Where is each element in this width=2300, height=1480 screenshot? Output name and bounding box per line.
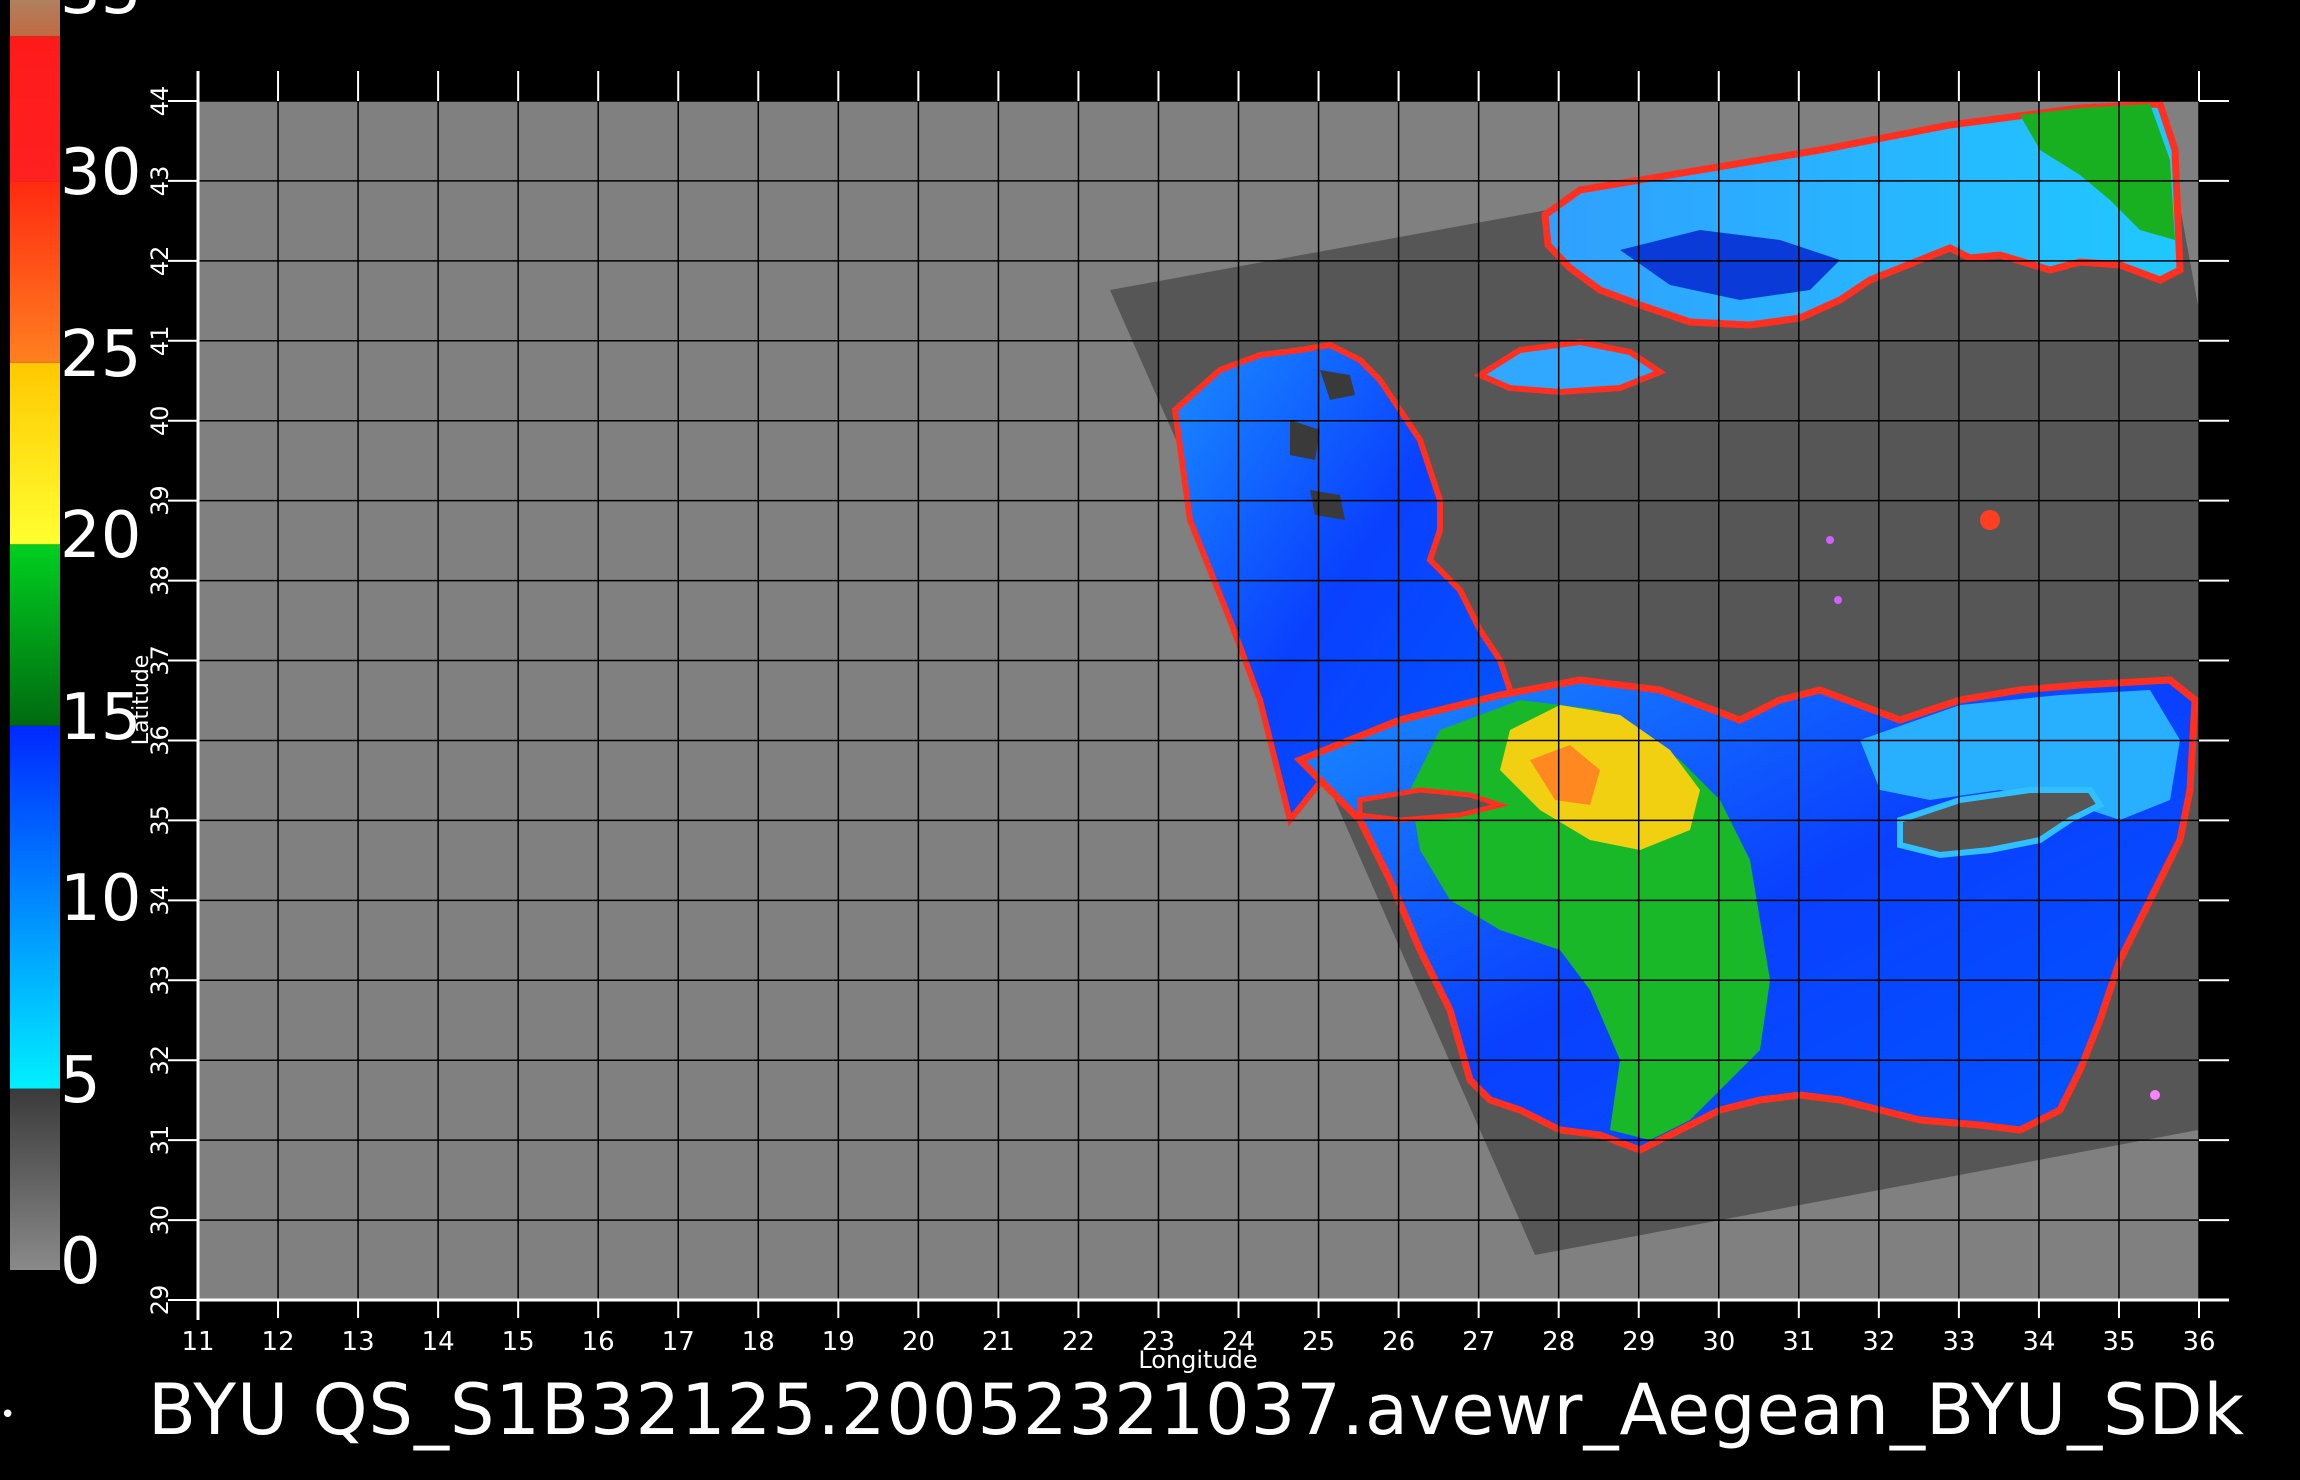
x-tick-label: 19 [822, 1327, 855, 1357]
colorbar-tick-label: 0 [60, 1225, 101, 1299]
x-tick-label: 35 [2102, 1327, 2135, 1357]
inland-spot [1980, 510, 2000, 530]
y-tick-label: 32 [146, 1045, 174, 1076]
x-tick-label: 34 [2022, 1327, 2055, 1357]
colorbar-tick-label: 5 [60, 1043, 101, 1118]
x-tick-label: 36 [2182, 1327, 2215, 1357]
x-tick-label: 33 [1942, 1327, 1975, 1357]
x-tick-label: 31 [1782, 1327, 1815, 1357]
x-tick-label: 27 [1462, 1327, 1495, 1357]
x-tick-label: 22 [1062, 1327, 1095, 1357]
y-tick-label: 34 [146, 885, 174, 916]
colorbar-tick-label: 30 [60, 136, 142, 211]
x-tick-label: 17 [662, 1327, 695, 1357]
x-tick-label: 30 [1702, 1327, 1735, 1357]
y-tick-label: 42 [146, 246, 174, 277]
x-tick-label: 13 [342, 1327, 375, 1357]
y-tick-label: 33 [146, 965, 174, 996]
colorbar-segment [10, 362, 60, 545]
colorbar-tick-label: 15 [60, 680, 142, 755]
x-tick-label: 11 [181, 1327, 214, 1357]
map-figure: 11 12 13 14 15 16 17 18 19 20 21 22 23 24 25 26 27 28 29 30… [10, 0, 2229, 1374]
footer-marker: • [0, 1400, 16, 1430]
x-tick-label: 18 [742, 1327, 775, 1357]
y-tick-label: 31 [146, 1125, 174, 1156]
inland-spot [1826, 536, 1834, 544]
x-tick-label: 29 [1622, 1327, 1655, 1357]
y-tick-label: 40 [146, 405, 174, 436]
y-tick-label: 44 [146, 86, 174, 117]
y-tick-label: 43 [146, 166, 174, 197]
x-tick-label: 21 [982, 1327, 1015, 1357]
y-tick-label: 29 [146, 1285, 174, 1316]
x-tick-label: 28 [1542, 1327, 1575, 1357]
colorbar-tick-label: 35 [60, 0, 141, 24]
x-tick-label: 25 [1302, 1327, 1335, 1357]
y-tick-label: 38 [146, 565, 174, 596]
colorbar-tick-label: 20 [60, 499, 142, 574]
x-tick-label: 14 [422, 1327, 455, 1357]
y-tick-label: 35 [146, 805, 174, 836]
colorbar-tick-label: 10 [60, 862, 142, 937]
x-tick-label: 32 [1862, 1327, 1895, 1357]
colorbar-segment [10, 181, 60, 363]
colorbar-segment [10, 544, 60, 726]
y-tick-label: 30 [146, 1205, 174, 1236]
colorbar-segment [10, 1088, 60, 1270]
colorbar-tick-label: 25 [60, 317, 142, 392]
y-tick-label: 39 [146, 485, 174, 516]
footer-title: BYU QS_S1B32125.20052321037.avewr_Aegean… [148, 1369, 2246, 1451]
x-tick-label: 15 [502, 1327, 535, 1357]
x-tick-label: 20 [902, 1327, 935, 1357]
x-tick-label: 26 [1382, 1327, 1415, 1357]
x-tick-label: 16 [582, 1327, 615, 1357]
colorbar-segment [10, 725, 60, 1089]
inland-spot [1834, 596, 1842, 604]
colorbar-segment [10, 0, 60, 37]
x-tick-label: 12 [261, 1327, 294, 1357]
inland-spot [2150, 1090, 2160, 1100]
colorbar-segment [10, 36, 60, 182]
y-tick-label: 41 [146, 326, 174, 357]
colorbar [10, 0, 60, 1270]
